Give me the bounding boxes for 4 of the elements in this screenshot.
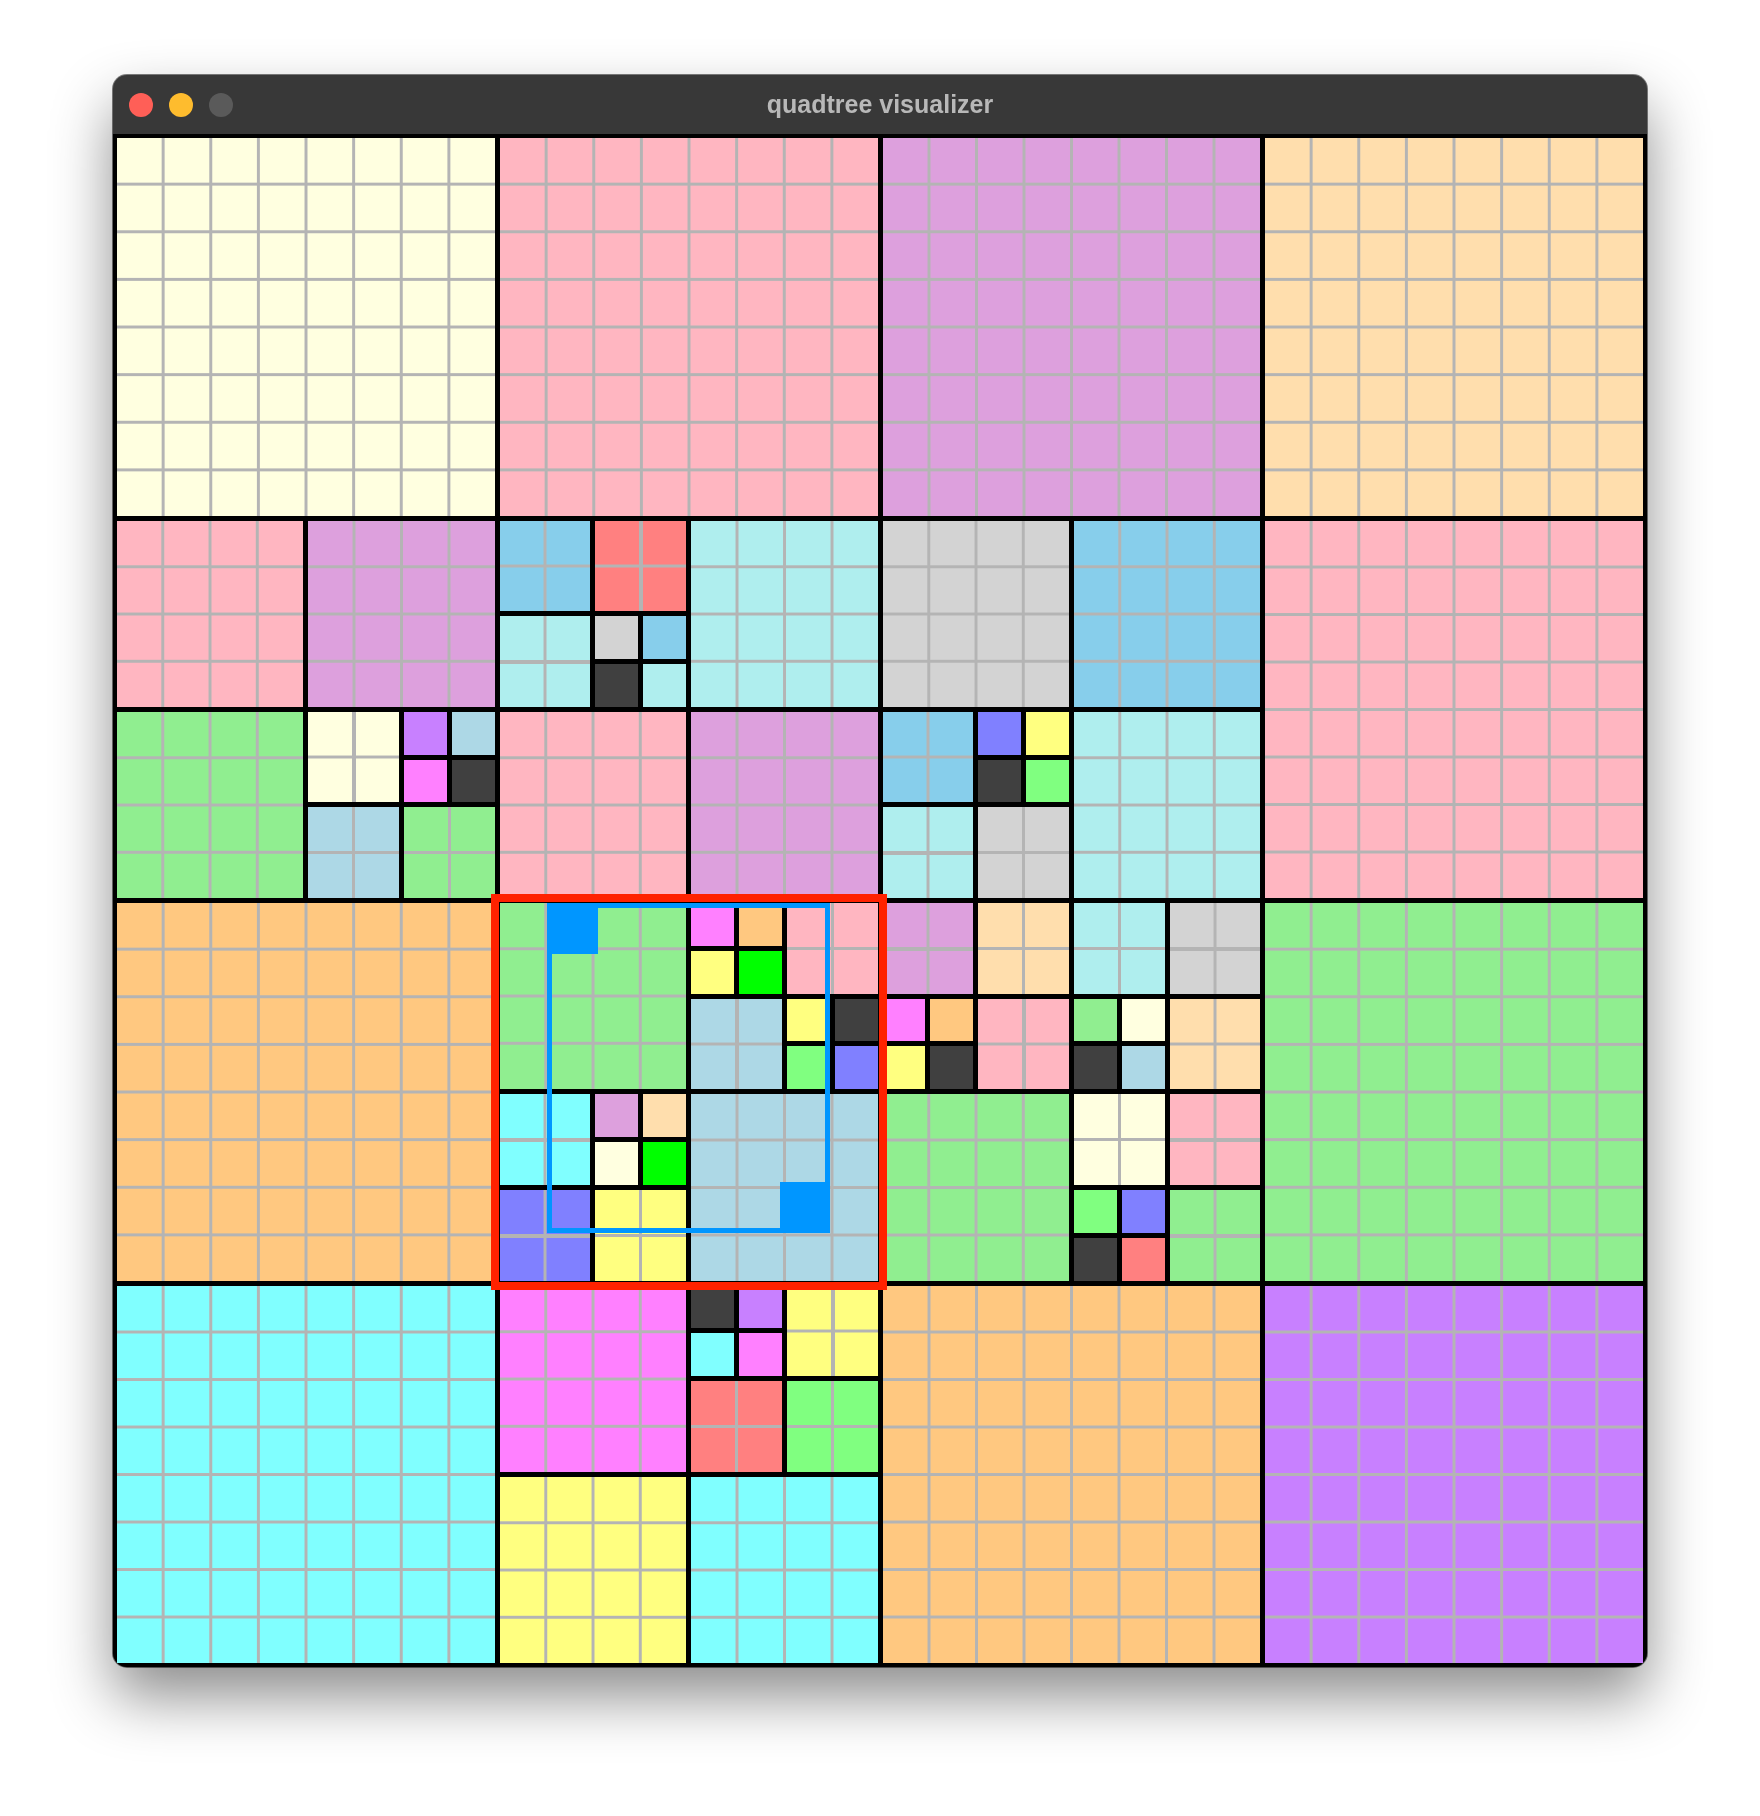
minimize-button[interactable] [169, 93, 193, 117]
query-rect[interactable] [546, 903, 831, 1234]
close-button[interactable] [129, 93, 153, 117]
window-title: quadtree visualizer [766, 92, 994, 117]
